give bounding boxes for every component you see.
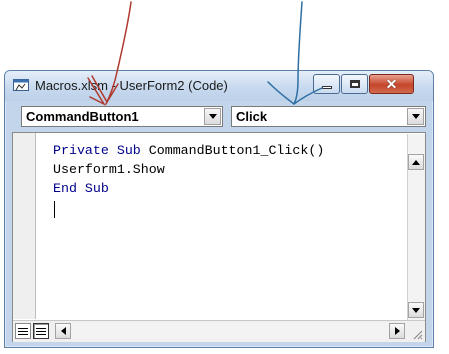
procedure-view-button[interactable] (15, 323, 31, 339)
margin-indicator-bar[interactable] (13, 133, 36, 319)
code-line-1: Private Sub CommandButton1_Click() (53, 141, 324, 160)
close-button[interactable]: ✕ (369, 74, 414, 94)
code-line-2: Userform1.Show (53, 160, 324, 179)
object-dropdown[interactable]: CommandButton1 (21, 106, 223, 127)
editor-bottom-bar (13, 320, 425, 342)
close-icon: ✕ (385, 76, 398, 92)
code-keyword: End Sub (53, 181, 109, 196)
code-text-run: CommandButton1_Click() (140, 143, 325, 158)
window-title: Macros.xlsm - UserForm2 (Code) (35, 78, 228, 93)
code-editor[interactable]: Private Sub CommandButton1_Click() Userfo… (12, 132, 426, 342)
scroll-down-button[interactable] (408, 302, 424, 318)
scroll-down-icon (412, 307, 420, 313)
object-dropdown-value: CommandButton1 (26, 109, 139, 124)
maximize-button[interactable] (341, 74, 368, 94)
resize-grip-icon[interactable] (411, 328, 423, 340)
procedure-view-icon (18, 327, 28, 335)
code-text-run: Userform1.Show (53, 162, 165, 177)
procedure-dropdown-button[interactable] (407, 108, 424, 125)
horizontal-scrollbar[interactable] (55, 323, 405, 339)
code-window: Macros.xlsm - UserForm2 (Code) ✕ Command… (4, 70, 434, 348)
procedure-dropdown-value: Click (236, 109, 268, 124)
code-keyword: Private Sub (53, 143, 141, 158)
title-bar[interactable]: Macros.xlsm - UserForm2 (Code) ✕ (5, 71, 433, 101)
vertical-scrollbar[interactable] (407, 134, 425, 320)
dropdown-arrow-icon (208, 114, 217, 119)
full-module-view-icon (36, 327, 46, 335)
maximize-icon (349, 80, 360, 88)
minimize-button[interactable] (313, 74, 340, 94)
text-cursor (54, 201, 55, 218)
minimize-icon (321, 85, 332, 89)
procedure-dropdown[interactable]: Click (231, 106, 426, 127)
code-window-icon (13, 79, 29, 91)
scroll-right-icon (394, 327, 400, 335)
scroll-up-button[interactable] (408, 154, 424, 170)
dropdown-arrow-icon (411, 114, 420, 119)
scroll-left-icon (60, 327, 66, 335)
object-dropdown-button[interactable] (204, 108, 221, 125)
code-line-3: End Sub (53, 179, 324, 198)
scroll-up-icon (412, 159, 420, 165)
code-text[interactable]: Private Sub CommandButton1_Click() Userfo… (53, 141, 324, 198)
scroll-right-button[interactable] (389, 323, 405, 339)
full-module-view-button[interactable] (33, 323, 49, 339)
scroll-left-button[interactable] (55, 323, 71, 339)
